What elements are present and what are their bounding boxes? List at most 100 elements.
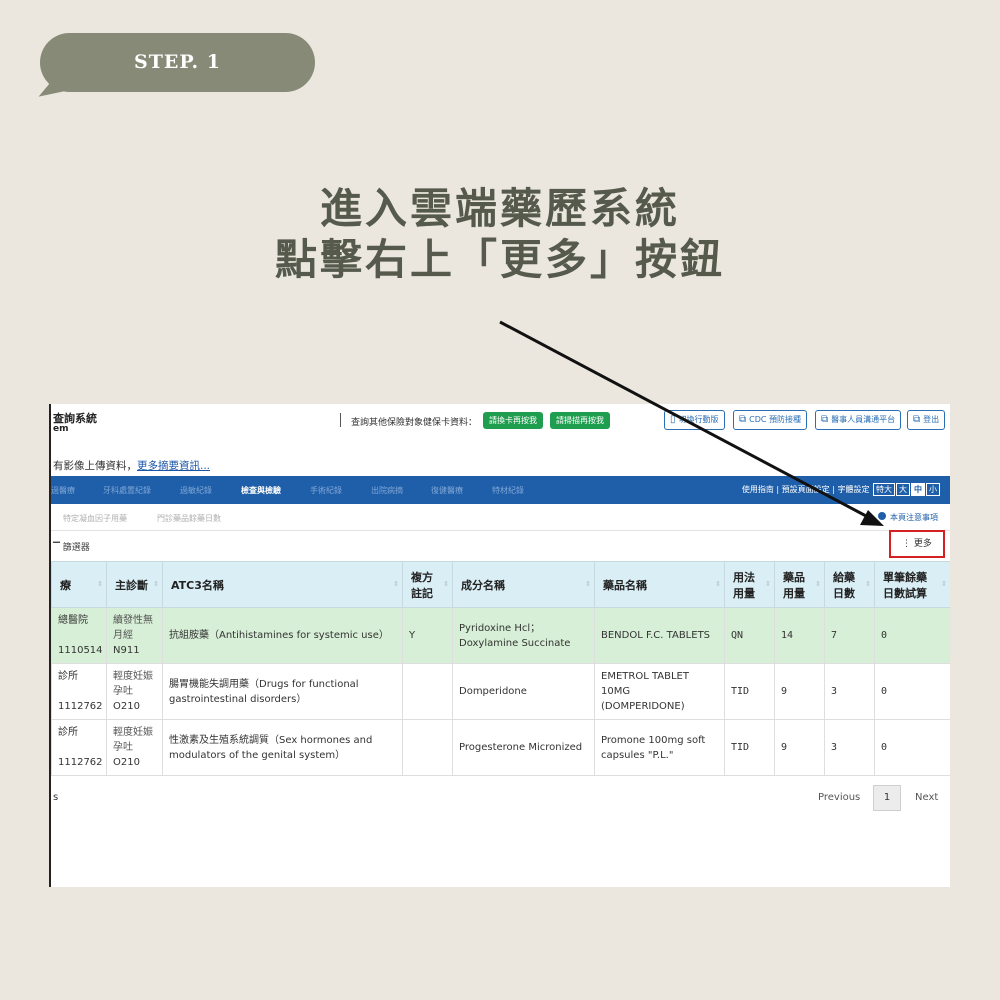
logout-button[interactable]: ⧉ 登出 (907, 410, 946, 430)
main-nav: 過醫療 牙科處置紀錄 過敏紀錄 檢查與檢驗 手術紀錄 出院病摘 復健醫療 特材紀… (51, 476, 950, 504)
table-row[interactable]: 總醫院 1110514 續發性無 月經 N911 抗組胺藥（Antihistamin… (51, 607, 950, 664)
medical-platform-button[interactable]: ⧉ 醫事人員溝通平台 (815, 410, 902, 430)
col-header-text: 主診斷 (115, 578, 148, 592)
cell-hospital: 總醫院 1110514 (51, 607, 107, 664)
sort-icon: ⇕ (97, 580, 103, 588)
font-size-xl[interactable]: 特大 (873, 483, 895, 496)
col-header-ingredient[interactable]: 成分名稱 ⇕ (452, 561, 595, 608)
col-header-days[interactable]: 給藥 日數 ⇕ (824, 561, 875, 608)
swap-card-button[interactable]: 請換卡再按我 (483, 412, 543, 429)
app-screenshot: 查詢系統 em 查詢其他保險對象健保卡資料： 請換卡再按我 請掃描再按我 ▯ 切換… (49, 404, 950, 887)
nav-item-dental[interactable]: 牙科處置紀錄 (103, 485, 151, 496)
cdc-vaccination-button[interactable]: ⧉ CDC 預防接種 (733, 410, 808, 430)
cell-qty: 14 (774, 607, 825, 664)
pager-page-1[interactable]: 1 (873, 785, 901, 811)
sort-icon: ⇕ (153, 580, 159, 588)
nav-settings: 使用指南 | 預設頁面設定 | 字體設定 特大大中小 (742, 483, 940, 496)
cell-diagnosis: 輕度妊娠 孕吐 O210 (106, 663, 163, 720)
nav-item-special-material[interactable]: 特材紀錄 (492, 485, 524, 496)
col-header-qty[interactable]: 藥品 用量 ⇕ (774, 561, 825, 608)
nav-item-surgery[interactable]: 手術紀錄 (310, 485, 342, 496)
col-header-text: 藥品名稱 (603, 578, 647, 592)
nav-item-medical[interactable]: 過醫療 (51, 485, 75, 496)
cell-compound (402, 719, 453, 776)
font-size-s[interactable]: 小 (926, 483, 940, 496)
cell-compound: Y (402, 607, 453, 664)
logout-label: 登出 (923, 415, 940, 424)
cell-usage: TID (724, 663, 775, 720)
col-header-diagnosis[interactable]: 主診斷 ⇕ (106, 561, 163, 608)
table-info: s (53, 792, 59, 803)
cell-drug: Promone 100mg soft capsules "P.L." (594, 719, 725, 776)
cell-days: 7 (824, 607, 875, 664)
sort-icon: ⇕ (393, 580, 399, 588)
cell-remaining: 0 (874, 607, 950, 664)
hospital-name: 診所 (58, 671, 78, 682)
col-header-compound[interactable]: 複方 註記 ⇕ (402, 561, 453, 608)
filter-text: 篩選器 (62, 543, 90, 553)
col-header-text: 給藥 日數 (833, 570, 855, 600)
cell-drug: EMETROL TABLET 10MG (DOMPERIDONE) (594, 663, 725, 720)
font-size-l[interactable]: 大 (896, 483, 910, 496)
hospital-code: 1112762 (58, 757, 103, 768)
pager-previous[interactable]: Previous (818, 792, 860, 803)
step-bubble: STEP. 1 (40, 33, 315, 92)
phone-icon: ▯ (670, 414, 676, 425)
col-header-remaining[interactable]: 單筆餘藥 日數試算 ⇕ (874, 561, 950, 608)
cell-atc3: 抗組胺藥（Antihistamines for systemic use） (162, 607, 403, 664)
nav-item-rehab[interactable]: 復健醫療 (431, 485, 463, 496)
cell-atc3: 性激素及生殖系統調質（Sex hormones and modulators o… (162, 719, 403, 776)
more-button[interactable]: ⋮ 更多 (889, 530, 945, 558)
col-header-hospital[interactable]: 療 ⇕ (51, 561, 107, 608)
font-size-m[interactable]: 中 (911, 483, 925, 496)
sort-icon: ⇕ (865, 580, 871, 588)
nav-settings-text[interactable]: 使用指南 | 預設頁面設定 | 字體設定 (742, 485, 870, 494)
cell-days: 3 (824, 719, 875, 776)
cell-ingredient: Progesterone Micronized (452, 719, 595, 776)
diagnosis-code: O210 (113, 757, 140, 768)
cell-usage: TID (724, 719, 775, 776)
external-link-icon: ⧉ (739, 414, 747, 425)
col-header-text: 成分名稱 (461, 578, 505, 592)
scan-again-button[interactable]: 請掃描再按我 (550, 412, 610, 429)
diagnosis-name: 輕度妊娠 孕吐 (113, 671, 153, 697)
upload-notice-text: 有影像上傳資料， (53, 460, 137, 472)
col-header-atc3[interactable]: ATC3名稱 ⇕ (162, 561, 403, 608)
subtab-remaining-days[interactable]: 門診藥品餘藥日數 (157, 513, 221, 524)
system-subtitle: em (53, 424, 69, 434)
external-link-icon: ⧉ (913, 414, 921, 425)
pager-next[interactable]: Next (915, 792, 938, 803)
cell-hospital: 診所 1112762 (51, 719, 107, 776)
cell-diagnosis: 輕度妊娠 孕吐 O210 (106, 719, 163, 776)
filter-icon: ▔ (53, 543, 60, 553)
cell-usage: QN (724, 607, 775, 664)
col-header-text: 藥品 用量 (783, 570, 805, 600)
vertical-dots-icon: ⋮ (902, 539, 912, 549)
top-bar: 查詢系統 em 查詢其他保險對象健保卡資料： 請換卡再按我 請掃描再按我 ▯ 切換… (51, 404, 950, 444)
table-header-row: 療 ⇕ 主診斷 ⇕ ATC3名稱 ⇕ 複方 註記 ⇕ 成分名稱 ⇕ 藥品名稱 ⇕ 用法 用量… (51, 561, 950, 608)
subtab-coagulation[interactable]: 特定凝血因子用藥 (63, 513, 127, 524)
cdc-vaccination-label: CDC 預防接種 (749, 415, 802, 424)
filter-bar: ▔ 篩選器 (51, 531, 950, 562)
nav-item-exam-lab[interactable]: 檢查與檢驗 (241, 485, 281, 496)
other-card-label: 查詢其他保險對象健保卡資料： (351, 418, 478, 428)
headline-line-2: 點擊右上「更多」按鈕 (274, 235, 725, 284)
page-notice-link[interactable]: 本頁注意事項 (890, 512, 938, 523)
table-row[interactable]: 診所 1112762 輕度妊娠 孕吐 O210 腸胃機能失調用藥（Drugs for… (51, 663, 950, 720)
cell-days: 3 (824, 663, 875, 720)
cell-ingredient: Domperidone (452, 663, 595, 720)
nav-item-discharge[interactable]: 出院病摘 (371, 485, 403, 496)
cell-remaining: 0 (874, 663, 950, 720)
sort-icon: ⇕ (765, 580, 771, 588)
col-header-text: ATC3名稱 (171, 578, 224, 592)
summary-info-link[interactable]: 更多摘要資訊... (137, 460, 210, 472)
nav-item-allergy[interactable]: 過敏紀錄 (180, 485, 212, 496)
filter-label[interactable]: ▔ 篩選器 (53, 540, 90, 553)
sort-icon: ⇕ (941, 580, 947, 588)
mobile-version-button[interactable]: ▯ 切換行動版 (664, 410, 725, 430)
cell-hospital: 診所 1112762 (51, 663, 107, 720)
table-row[interactable]: 診所 1112762 輕度妊娠 孕吐 O210 性激素及生殖系統調質（Sex hor… (51, 719, 950, 776)
col-header-usage[interactable]: 用法 用量 ⇕ (724, 561, 775, 608)
col-header-drug[interactable]: 藥品名稱 ⇕ (594, 561, 725, 608)
cell-drug: BENDOL F.C. TABLETS (594, 607, 725, 664)
